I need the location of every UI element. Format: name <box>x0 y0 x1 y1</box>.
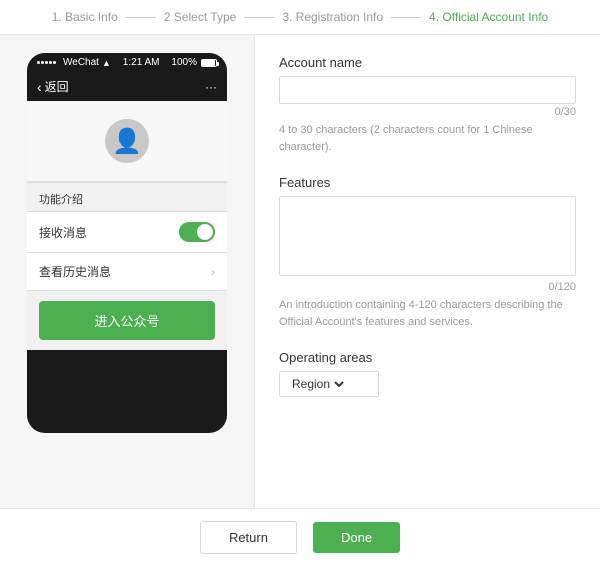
avatar-section: 👤 <box>27 101 227 182</box>
phone-nav: ‹ 返回 ··· <box>27 72 227 101</box>
battery-icon <box>201 59 217 67</box>
region-select-wrapper[interactable]: Region Global China <box>279 371 379 397</box>
features-count: 0/120 <box>279 281 576 293</box>
account-name-label: Account name <box>279 55 576 70</box>
history-messages-label: 查看历史消息 <box>39 263 111 280</box>
signal-dots <box>37 61 56 64</box>
section-label: 功能介绍 <box>27 183 227 211</box>
step-divider-1 <box>126 17 156 18</box>
operating-areas-label: Operating areas <box>279 350 576 365</box>
account-name-count: 0/30 <box>279 106 576 118</box>
avatar: 👤 <box>105 119 149 163</box>
back-label: 返回 <box>45 78 69 95</box>
form-panel: Account name 0/30 4 to 30 characters (2 … <box>255 35 600 508</box>
features-hint: An introduction containing 4-120 charact… <box>279 297 576 330</box>
person-icon: 👤 <box>112 127 142 156</box>
phone-panel: WeChat ▲ 1:21 AM 100% ‹ 返回 ··· <box>0 35 255 508</box>
main-content: WeChat ▲ 1:21 AM 100% ‹ 返回 ··· <box>0 35 600 508</box>
features-textarea[interactable] <box>279 196 576 276</box>
step-official-account[interactable]: 4. Official Account Info <box>429 10 548 24</box>
battery-label: 100% <box>171 57 197 68</box>
account-name-input[interactable] <box>279 76 576 104</box>
toggle-receive-messages[interactable] <box>179 222 215 242</box>
app-name: WeChat <box>63 57 99 68</box>
back-button[interactable]: ‹ 返回 <box>37 78 69 95</box>
history-messages-row[interactable]: 查看历史消息 › <box>27 253 227 290</box>
account-name-section: Account name 0/30 4 to 30 characters (2 … <box>279 55 576 155</box>
status-left: WeChat ▲ <box>37 57 111 68</box>
nav-dots[interactable]: ··· <box>205 80 217 94</box>
done-button[interactable]: Done <box>313 522 400 553</box>
enter-official-account-button[interactable]: 进入公众号 <box>39 301 215 340</box>
divider-4 <box>27 290 227 291</box>
account-name-hint: 4 to 30 characters (2 characters count f… <box>279 122 576 155</box>
phone-status-bar: WeChat ▲ 1:21 AM 100% <box>27 53 227 72</box>
chevron-right-icon: › <box>211 265 215 279</box>
return-button[interactable]: Return <box>200 521 297 554</box>
step-divider-2 <box>244 17 274 18</box>
step-basic-info[interactable]: 1. Basic Info <box>52 10 118 24</box>
step-select-type[interactable]: 2 Select Type <box>164 10 237 24</box>
operating-areas-section: Operating areas Region Global China <box>279 350 576 397</box>
region-select[interactable]: Region Global China <box>288 376 347 392</box>
features-label: Features <box>279 175 576 190</box>
status-time: 1:21 AM <box>123 57 160 68</box>
bottom-bar: Return Done <box>0 508 600 566</box>
phone-body: 👤 功能介绍 接收消息 查看历史消息 › <box>27 101 227 350</box>
receive-messages-label: 接收消息 <box>39 224 87 241</box>
step-bar: 1. Basic Info 2 Select Type 3. Registrat… <box>0 0 600 35</box>
features-section: Features 0/120 An introduction containin… <box>279 175 576 330</box>
status-right: 100% <box>171 57 217 68</box>
wifi-icon: ▲ <box>102 58 111 68</box>
step-registration-info[interactable]: 3. Registration Info <box>282 10 383 24</box>
step-divider-3 <box>391 17 421 18</box>
phone-frame: WeChat ▲ 1:21 AM 100% ‹ 返回 ··· <box>27 53 227 433</box>
chevron-left-icon: ‹ <box>37 79 42 95</box>
receive-messages-row: 接收消息 <box>27 212 227 252</box>
